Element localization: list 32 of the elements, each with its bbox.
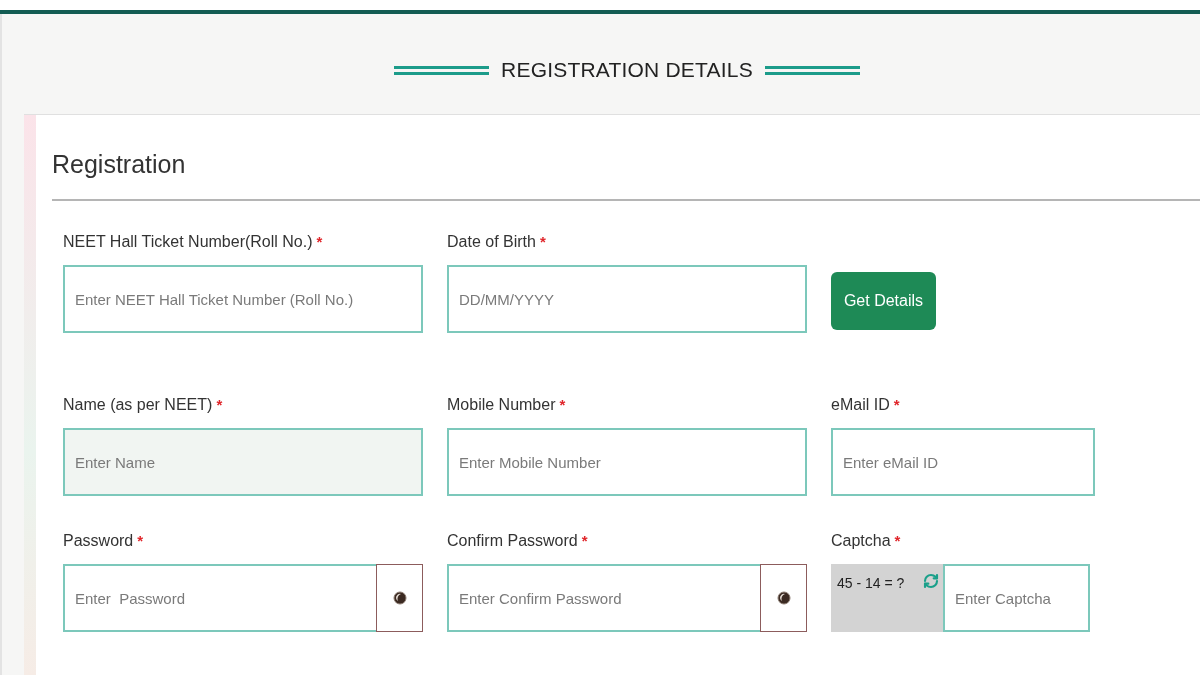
page-title: REGISTRATION DETAILS <box>501 58 753 82</box>
password-field[interactable]: Enter Password <box>63 564 376 632</box>
input-field[interactable]: Enter Mobile Number <box>447 428 807 496</box>
captcha-field[interactable]: Enter Captcha <box>943 564 1090 632</box>
required-mark: * <box>216 395 223 415</box>
input-field[interactable]: Enter NEET Hall Ticket Number (Roll No.) <box>63 265 423 333</box>
required-mark: * <box>894 531 901 551</box>
eye-icon <box>776 591 791 605</box>
field-label: Captcha <box>831 531 891 551</box>
input-field[interactable]: DD/MM/YYYY <box>447 265 807 333</box>
card-title: Registration <box>52 149 186 180</box>
field-label: NEET Hall Ticket Number(Roll No.) <box>63 232 313 252</box>
field-label: Password <box>63 531 134 551</box>
password-field[interactable]: Enter Confirm Password <box>447 564 760 632</box>
field-label: eMail ID <box>831 395 890 415</box>
get-details-button[interactable]: Get Details <box>831 272 936 330</box>
required-mark: * <box>316 232 323 252</box>
field-label: Name (as per NEET) <box>63 395 213 415</box>
field-label: Date of Birth <box>447 232 536 252</box>
eye-icon <box>392 591 407 605</box>
required-mark: * <box>581 531 588 551</box>
show-password-button[interactable] <box>760 564 807 632</box>
show-password-button[interactable] <box>376 564 423 632</box>
input-field[interactable]: Enter Name <box>63 428 423 496</box>
field-label: Mobile Number <box>447 395 556 415</box>
field-label: Confirm Password <box>447 531 578 551</box>
required-mark: * <box>893 395 900 415</box>
input-field[interactable]: Enter eMail ID <box>831 428 1095 496</box>
required-mark: * <box>137 531 144 551</box>
required-mark: * <box>539 232 546 252</box>
required-mark: * <box>559 395 566 415</box>
captcha-question: 45 - 14 = ? <box>837 574 905 593</box>
